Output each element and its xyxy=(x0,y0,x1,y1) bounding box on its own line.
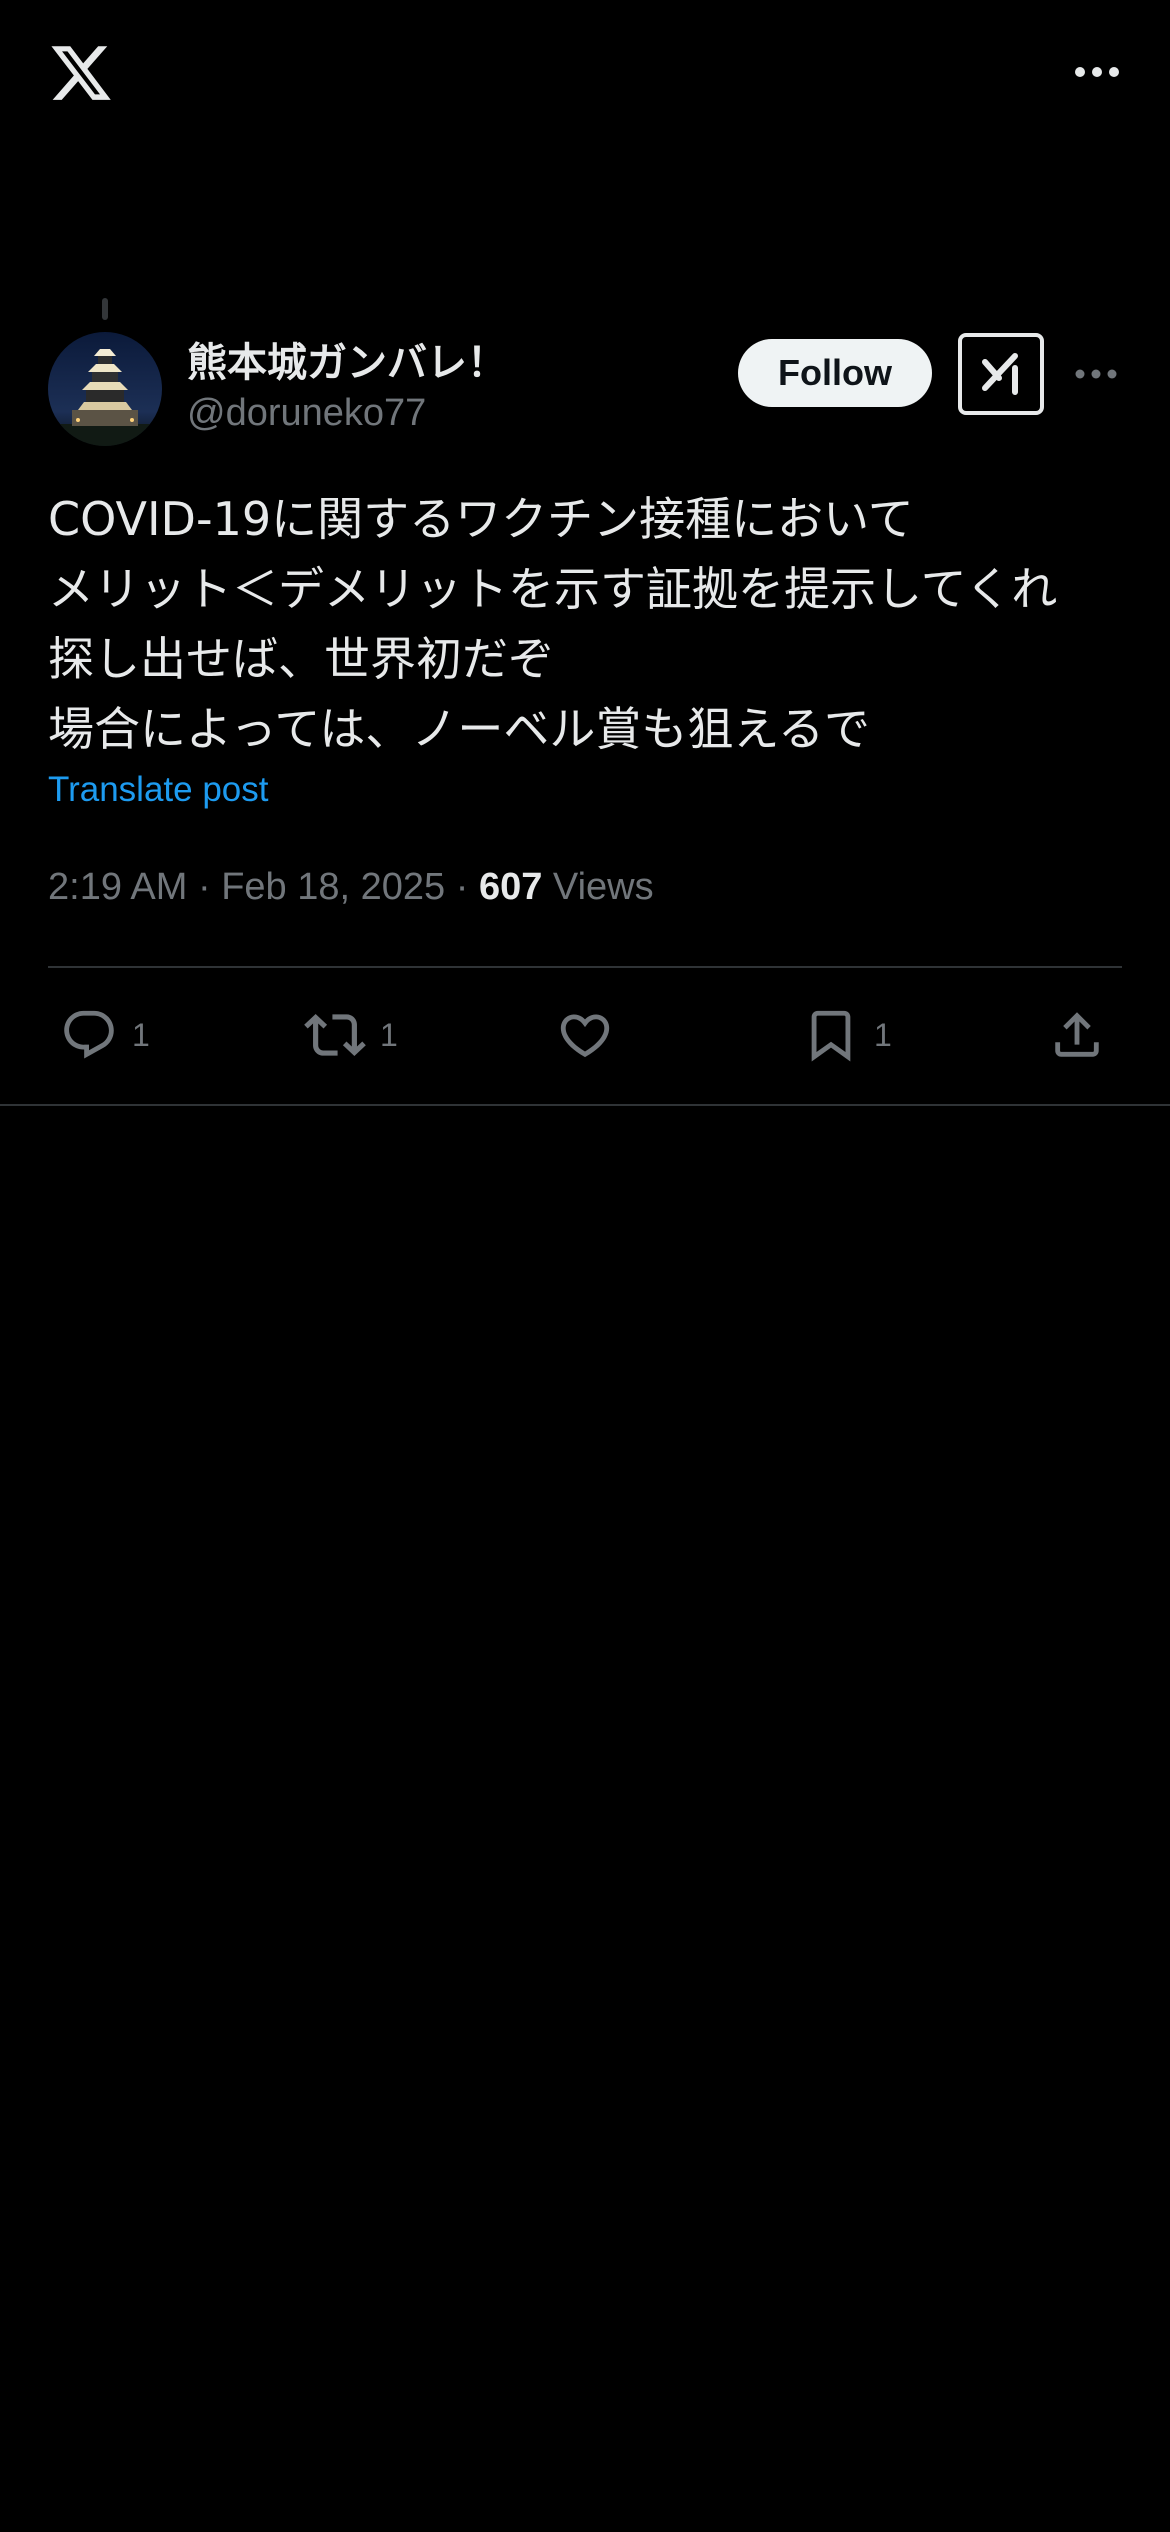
post-text: COVID-19に関するワクチン接種において メリット＜デメリットを示す証拠を提… xyxy=(48,484,1128,764)
divider xyxy=(0,1104,1170,1106)
top-bar xyxy=(0,0,1170,150)
like-button[interactable] xyxy=(556,998,614,1072)
share-icon xyxy=(1055,1012,1099,1057)
post-text-line: 場合によっては、ノーベル賞も狙えるで xyxy=(48,702,871,756)
user-handle[interactable]: @doruneko77 xyxy=(187,392,426,435)
post-more-icon[interactable] xyxy=(1072,354,1120,394)
x-logo-icon[interactable] xyxy=(48,40,114,106)
follow-button[interactable]: Follow xyxy=(738,339,932,407)
grok-button[interactable] xyxy=(958,333,1044,415)
bookmark-icon xyxy=(811,1010,851,1062)
meta-separator: · xyxy=(455,866,469,908)
share-button[interactable] xyxy=(1048,998,1106,1072)
repost-count: 1 xyxy=(380,1016,398,1053)
post-text-line: COVID-19に関するワクチン接種において xyxy=(48,492,914,546)
bookmark-button[interactable]: 1 xyxy=(802,998,892,1072)
repost-icon xyxy=(304,1014,366,1056)
reply-button[interactable]: 1 xyxy=(60,998,150,1072)
grok-icon xyxy=(982,353,1018,395)
repost-button[interactable]: 1 xyxy=(304,998,398,1072)
reply-icon xyxy=(64,1010,114,1059)
more-icon[interactable] xyxy=(1064,52,1130,92)
post-date[interactable]: Feb 18, 2025 xyxy=(221,866,445,908)
post-time[interactable]: 2:19 AM xyxy=(48,866,187,908)
action-bar: 1 1 1 xyxy=(0,998,1170,1072)
heart-icon xyxy=(560,1014,610,1058)
avatar[interactable] xyxy=(48,332,162,446)
thread-connector-line xyxy=(102,298,108,320)
post-metadata: 2:19 AM · Feb 18, 2025 · 607 Views xyxy=(48,866,654,909)
meta-separator: · xyxy=(197,866,211,908)
views-count: 607 xyxy=(478,866,543,908)
translate-post-link[interactable]: Translate post xyxy=(48,770,268,810)
divider xyxy=(48,966,1122,968)
post-text-line: メリット＜デメリットを示す証拠を提示してくれ xyxy=(48,562,1058,616)
bookmark-count: 1 xyxy=(874,1016,892,1053)
views-label: Views xyxy=(552,866,654,908)
display-name[interactable]: 熊本城ガンバレ！ xyxy=(187,330,507,388)
post-text-line: 探し出せば、世界初だぞ xyxy=(48,632,554,686)
reply-count: 1 xyxy=(132,1016,150,1053)
